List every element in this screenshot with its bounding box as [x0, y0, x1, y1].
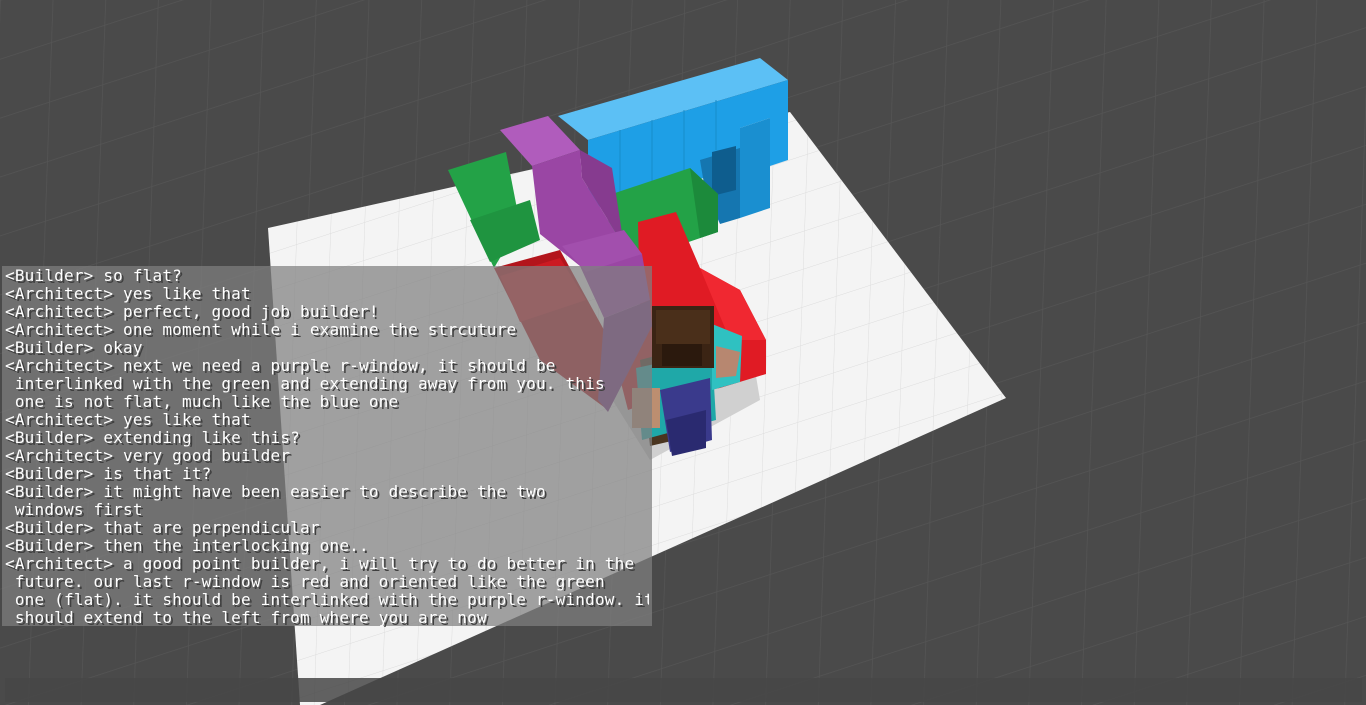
chat-line: future. our last r-window is red and ori…: [5, 573, 605, 591]
chat-line: windows first: [5, 501, 143, 519]
chat-line: <Architect> a good point builder, i will…: [5, 555, 635, 573]
chat-line: <Builder> it might have been easier to d…: [5, 483, 546, 501]
chat-line: <Architect> next we need a purple r-wind…: [5, 357, 556, 375]
chat-line: <Builder> extending like this?: [5, 429, 300, 447]
chat-line: one is not flat, much like the blue one: [5, 393, 399, 411]
chat-line: interlinked with the green and extending…: [5, 375, 605, 393]
chat-line: <Architect> yes like that: [5, 285, 251, 303]
chat-history-panel: <Builder> so flat? <Architect> yes like …: [2, 266, 652, 627]
chat-line: <Builder> so flat?: [5, 267, 182, 285]
chat-line: <Builder> okay: [5, 339, 143, 357]
chat-line: <Architect> one moment while i examine t…: [5, 321, 517, 339]
chat-line: <Architect> very good builder: [5, 447, 291, 465]
chat-input[interactable]: [5, 678, 1362, 702]
chat-line: <Builder> that are perpendicular: [5, 519, 320, 537]
chat-line: one (flat). it should be interlinked wit…: [5, 591, 649, 609]
chat-line: <Builder> is that it?: [5, 465, 212, 483]
chat-line: should extend to the left from where you…: [5, 609, 487, 627]
chat-line: <Architect> perfect, good job builder!: [5, 303, 379, 321]
game-viewport[interactable]: <Builder> so flat? <Architect> yes like …: [0, 0, 1366, 705]
chat-line: <Builder> then the interlocking one..: [5, 537, 369, 555]
chat-line: <Architect> yes like that: [5, 411, 251, 429]
